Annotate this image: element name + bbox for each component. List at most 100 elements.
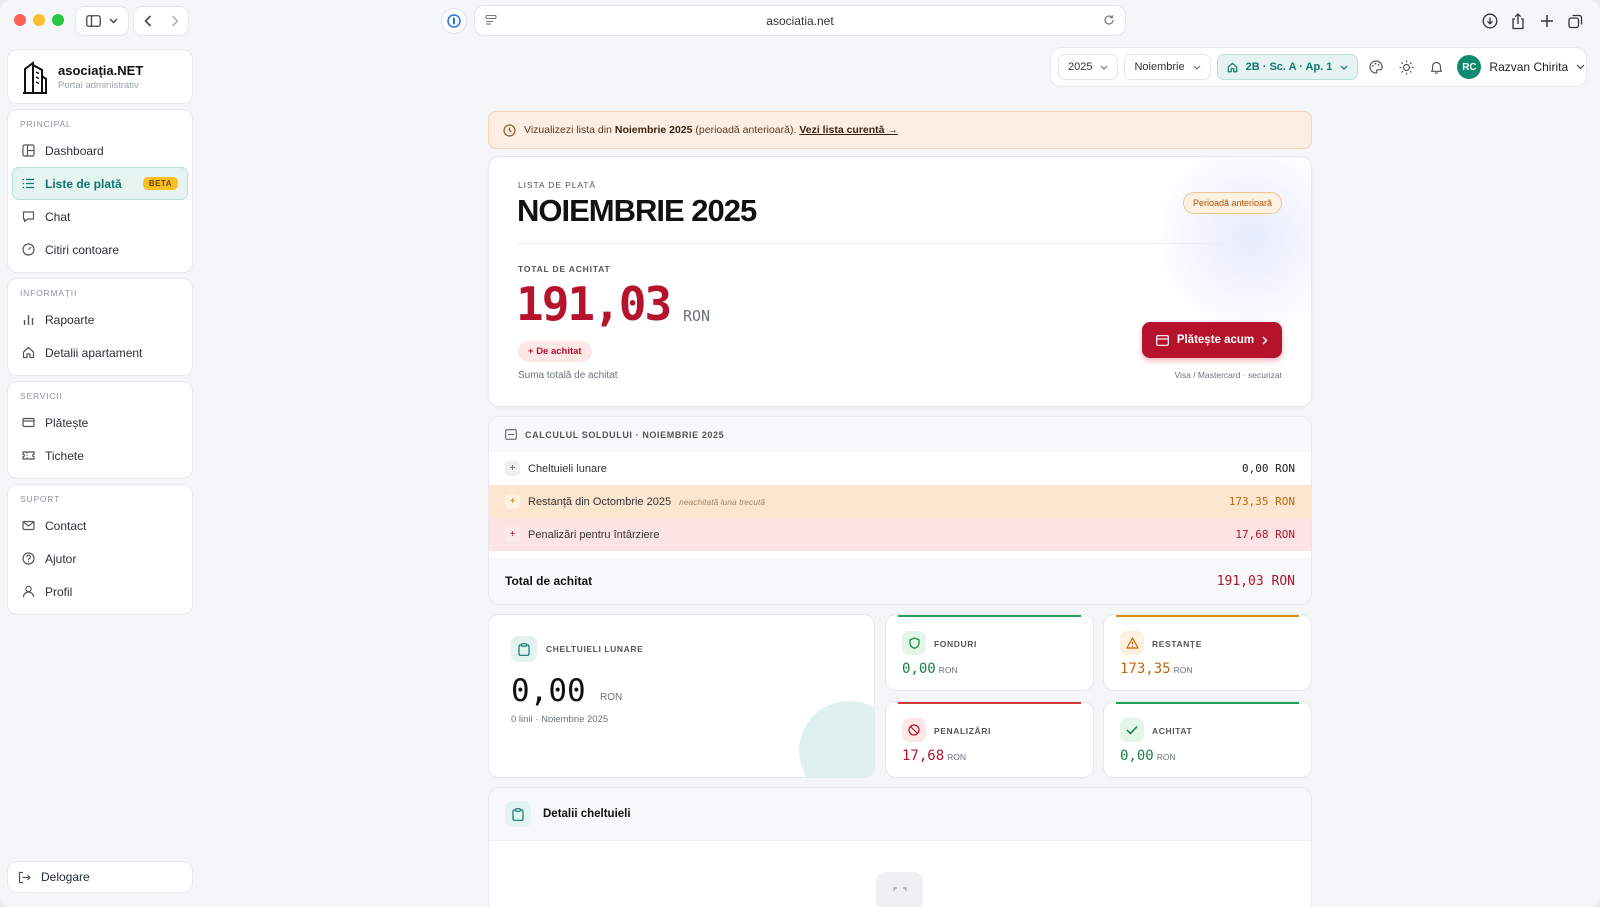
brand-card[interactable]: asociația.NET Portal administrativ xyxy=(8,50,192,103)
sidebar-toggle-button[interactable] xyxy=(76,7,128,35)
palette-icon[interactable] xyxy=(1365,56,1387,78)
calculator-icon xyxy=(505,429,517,440)
plus-icon: + xyxy=(528,346,537,357)
stat-subtext: 0 linii · Noiembrie 2025 xyxy=(511,714,609,725)
forward-button[interactable] xyxy=(161,15,188,27)
section-title: SERVICII xyxy=(20,391,63,401)
bell-icon[interactable] xyxy=(1425,56,1447,78)
new-tab-icon[interactable] xyxy=(1537,11,1557,31)
sidebar-item-label: Ajutor xyxy=(45,551,77,566)
chevron-left-icon xyxy=(143,15,151,27)
sidebar-item-label: Detalii apartament xyxy=(45,345,143,360)
mail-icon xyxy=(22,519,35,532)
nav-section-principal: PRINCIPAL Dashboard Liste de plată BETA … xyxy=(8,110,192,272)
chevron-right-icon xyxy=(171,15,179,27)
chat-icon xyxy=(22,210,35,223)
status-badge-label: De achitat xyxy=(536,346,582,357)
address-bar[interactable]: asociatia.net xyxy=(475,6,1125,35)
minimize-window-button[interactable] xyxy=(33,14,45,26)
password-manager-icon xyxy=(447,14,461,28)
password-manager-button[interactable] xyxy=(442,9,466,33)
user-name: Razvan Chirita xyxy=(1489,60,1569,74)
payment-methods-note: Visa / Mastercard · securizat xyxy=(1174,370,1282,380)
sidebar-item-profil[interactable]: Profil xyxy=(12,575,188,608)
bar-chart-icon xyxy=(22,313,35,326)
pay-now-label: Plătește acum xyxy=(1176,334,1255,346)
total-amount: 191,03 xyxy=(516,277,672,331)
sidebar-item-chat[interactable]: Chat xyxy=(12,200,188,233)
sidebar-item-contact[interactable]: Contact xyxy=(12,509,188,542)
calc-row-value: 17,68 RON xyxy=(1235,528,1295,541)
logout-button[interactable]: Delogare xyxy=(8,862,192,892)
sidebar-item-label: Contact xyxy=(45,518,87,533)
sidebar-item-ajutor[interactable]: Ajutor xyxy=(12,542,188,575)
accent-bar xyxy=(898,702,1081,704)
chevron-down-icon xyxy=(1193,65,1201,70)
current-list-link[interactable]: Vezi lista curentă → xyxy=(799,124,898,136)
sidebar-item-label: Dashboard xyxy=(45,143,104,158)
sun-icon[interactable] xyxy=(1395,56,1417,78)
details-title: Detalii cheltuieli xyxy=(543,808,631,820)
shield-icon xyxy=(902,631,926,655)
sidebar-item-label: Tichete xyxy=(45,448,84,463)
stat-funds: FONDURI 0,00 RON xyxy=(886,615,1093,690)
stat-value-row: 17,68 RON xyxy=(902,748,966,764)
stat-label: RESTANȚE xyxy=(1152,639,1202,649)
calc-row-value: 0,00 RON xyxy=(1242,462,1295,475)
history-nav xyxy=(134,7,188,35)
share-icon[interactable] xyxy=(1508,11,1528,31)
sidebar-item-citiri-contoare[interactable]: Citiri contoare xyxy=(12,233,188,266)
stat-value-row: 173,35 RON xyxy=(1120,661,1192,677)
period-badge: Perioadă anterioară xyxy=(1182,192,1282,214)
sidebar-item-dashboard[interactable]: Dashboard xyxy=(12,134,188,167)
close-window-button[interactable] xyxy=(14,14,26,26)
logout-icon xyxy=(18,871,31,884)
sidebar-item-label: Chat xyxy=(45,209,71,224)
sidebar-item-label: Rapoarte xyxy=(45,312,95,327)
sidebar-item-rapoarte[interactable]: Rapoarte xyxy=(12,303,188,336)
sidebar-item-plateste[interactable]: Plătește xyxy=(12,406,188,439)
building-logo-icon xyxy=(23,60,47,94)
banner-period: Noiembrie 2025 xyxy=(614,124,693,136)
back-button[interactable] xyxy=(134,15,161,27)
page-settings-icon[interactable] xyxy=(485,14,497,29)
stat-currency: RON xyxy=(938,665,958,675)
year-select[interactable]: 2025 xyxy=(1059,55,1117,79)
pay-now-button[interactable]: Plătește acum xyxy=(1142,322,1282,358)
downloads-icon[interactable] xyxy=(1480,11,1500,31)
empty-state-icon xyxy=(876,872,923,907)
page-title: NOIEMBRIE 2025 xyxy=(517,193,757,228)
stat-label: PENALIZĂRI xyxy=(934,726,991,736)
apartment-select[interactable]: 2B · Sc. A · Ap. 1 xyxy=(1217,55,1358,79)
stat-penalties: PENALIZĂRI 17,68 RON xyxy=(886,702,1093,777)
sidebar-item-detalii-apartament[interactable]: Detalii apartament xyxy=(12,336,188,369)
calc-row-note: neachitată luna trecută xyxy=(679,496,766,507)
brand-name: asociația.NET xyxy=(58,62,144,78)
url-text: asociatia.net xyxy=(766,13,834,28)
details-header[interactable]: Detalii cheltuieli xyxy=(489,788,1311,841)
chevron-down-icon xyxy=(1101,65,1108,70)
sidebar-item-label: Plătește xyxy=(45,415,89,430)
sidebar-item-liste-de-plata[interactable]: Liste de plată BETA xyxy=(12,167,188,200)
calc-row-label: Cheltuieli lunare xyxy=(528,462,607,475)
nav-section-suport: SUPORT Contact Ajutor Profil xyxy=(8,485,192,614)
reload-icon[interactable] xyxy=(1103,14,1115,29)
help-icon xyxy=(22,552,35,565)
user-menu[interactable]: RC Razvan Chirita xyxy=(1457,55,1585,79)
ticket-icon xyxy=(22,449,35,462)
tab-overview-icon[interactable] xyxy=(1565,11,1585,31)
user-icon xyxy=(22,585,35,598)
calc-row-label: Restanță din Octombrie 2025 xyxy=(528,495,672,508)
section-title: INFORMAȚII xyxy=(20,288,78,298)
calc-row-arrears: + Restanță din Octombrie 2025 neachitată… xyxy=(489,485,1311,518)
status-badge: + De achitat xyxy=(518,341,592,362)
month-select[interactable]: Noiembrie xyxy=(1125,55,1209,79)
maximize-window-button[interactable] xyxy=(52,14,64,26)
sidebar-item-tichete[interactable]: Tichete xyxy=(12,439,188,472)
stat-currency: RON xyxy=(947,752,967,762)
stat-value: 0,00 xyxy=(902,661,936,677)
calc-row-monthly: + Cheltuieli lunare 0,00 RON xyxy=(489,452,1311,485)
avatar: RC xyxy=(1457,55,1482,79)
card-icon xyxy=(1155,334,1169,346)
meter-icon xyxy=(22,243,35,256)
